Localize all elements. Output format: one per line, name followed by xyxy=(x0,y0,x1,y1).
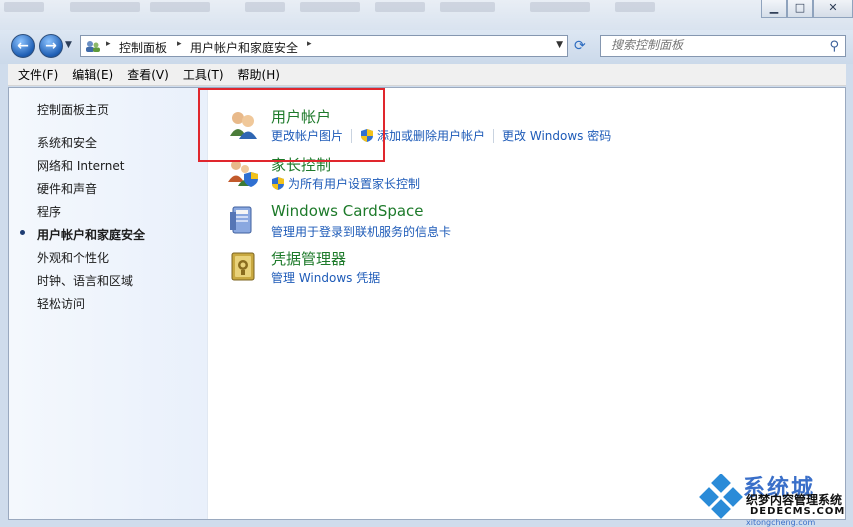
highlight-annotation-box xyxy=(198,88,385,162)
category-title-cardspace[interactable]: Windows CardSpace xyxy=(271,202,424,220)
chevron-down-icon: ▼ xyxy=(65,40,72,50)
menu-file[interactable]: 文件(F) xyxy=(18,66,58,83)
category-title-credential-manager[interactable]: 凭据管理器 xyxy=(271,248,346,269)
link-divider xyxy=(493,128,495,143)
sidebar-item-appearance[interactable]: 外观和个性化 xyxy=(37,249,109,266)
recent-pages-dropdown[interactable]: ▼ xyxy=(65,40,72,50)
link-manage-info-cards[interactable]: 管理用于登录到联机服务的信息卡 xyxy=(271,223,451,240)
watermark: 系统城 织梦内容管理系统 DEDECMS.COM xitongcheng.com xyxy=(698,470,853,527)
breadcrumb-separator-icon: ▸ xyxy=(177,39,182,49)
uac-shield-icon xyxy=(272,177,284,190)
sidebar-item-clock-region[interactable]: 时钟、语言和区域 xyxy=(37,272,133,289)
refresh-button[interactable]: ⟳ xyxy=(574,38,586,54)
menu-bar: 文件(F) 编辑(E) 查看(V) 工具(T) 帮助(H) xyxy=(8,64,846,86)
breadcrumb-separator-icon: ▸ xyxy=(307,39,312,49)
back-button[interactable]: ← xyxy=(11,34,35,58)
sidebar-item-ease-of-access[interactable]: 轻松访问 xyxy=(37,295,85,312)
arrow-right-icon: → xyxy=(45,38,57,54)
menu-help[interactable]: 帮助(H) xyxy=(238,66,280,83)
link-change-windows-password[interactable]: 更改 Windows 密码 xyxy=(502,127,611,144)
window-controls: ▁ □ ✕ xyxy=(761,0,853,18)
search-box[interactable]: ⚲ xyxy=(600,35,846,57)
forward-button[interactable]: → xyxy=(39,34,63,58)
address-dropdown-icon[interactable]: ▼ xyxy=(556,40,563,50)
address-bar: ← → ▼ ▸ 控制面板 ▸ 用户帐户和家庭安全 ▸ ▼ ⟳ ⚲ xyxy=(0,30,853,64)
sidebar-item-control-panel-home[interactable]: 控制面板主页 xyxy=(37,101,109,118)
menu-view[interactable]: 查看(V) xyxy=(127,66,169,83)
maximize-button[interactable]: □ xyxy=(787,0,813,18)
link-manage-windows-credentials[interactable]: 管理 Windows 凭据 xyxy=(271,269,380,286)
link-add-remove-accounts[interactable]: 添加或删除用户帐户 xyxy=(377,127,485,144)
sidebar-item-network[interactable]: 网络和 Internet xyxy=(37,157,124,174)
content-frame: 控制面板主页 系统和安全 网络和 Internet 硬件和声音 程序 用户帐户和… xyxy=(8,87,846,520)
title-bar: ▁ □ ✕ xyxy=(0,0,853,30)
search-input[interactable] xyxy=(611,38,811,52)
refresh-icon: ⟳ xyxy=(574,38,586,54)
menu-tools[interactable]: 工具(T) xyxy=(183,66,224,83)
breadcrumb-separator-icon: ▸ xyxy=(106,39,111,49)
background-window-strip xyxy=(0,0,700,14)
sidebar-item-programs[interactable]: 程序 xyxy=(37,203,61,220)
link-set-parental-controls[interactable]: 为所有用户设置家长控制 xyxy=(288,175,420,192)
category-links: 管理用于登录到联机服务的信息卡 xyxy=(271,223,451,240)
sidebar-item-system-security[interactable]: 系统和安全 xyxy=(37,134,97,151)
watermark-line2: DEDECMS.COM xyxy=(750,506,846,517)
breadcrumb-user-accounts[interactable]: 用户帐户和家庭安全 xyxy=(190,39,298,56)
arrow-left-icon: ← xyxy=(17,38,29,54)
minimize-button[interactable]: ▁ xyxy=(761,0,787,18)
search-icon[interactable]: ⚲ xyxy=(829,39,839,54)
menu-edit[interactable]: 编辑(E) xyxy=(72,66,113,83)
sidebar-item-hardware[interactable]: 硬件和声音 xyxy=(37,180,97,197)
watermark-logo-icon xyxy=(699,474,743,519)
category-credential-manager: 凭据管理器 管理 Windows 凭据 xyxy=(209,248,809,288)
sidebar: 控制面板主页 系统和安全 网络和 Internet 硬件和声音 程序 用户帐户和… xyxy=(9,88,208,519)
category-cardspace: Windows CardSpace 管理用于登录到联机服务的信息卡 xyxy=(209,202,809,242)
control-panel-icon xyxy=(86,41,100,52)
close-button[interactable]: ✕ xyxy=(813,0,853,18)
category-links: 管理 Windows 凭据 xyxy=(271,269,380,286)
breadcrumb[interactable]: ▸ 控制面板 ▸ 用户帐户和家庭安全 ▸ ▼ xyxy=(80,35,568,57)
watermark-line3: xitongcheng.com xyxy=(746,518,816,527)
cardspace-icon[interactable] xyxy=(227,204,259,236)
category-links: 为所有用户设置家长控制 xyxy=(271,175,420,192)
breadcrumb-control-panel[interactable]: 控制面板 xyxy=(119,39,167,56)
credential-manager-icon[interactable] xyxy=(227,250,259,282)
current-page-bullet xyxy=(20,230,25,235)
sidebar-item-user-accounts[interactable]: 用户帐户和家庭安全 xyxy=(37,226,145,243)
